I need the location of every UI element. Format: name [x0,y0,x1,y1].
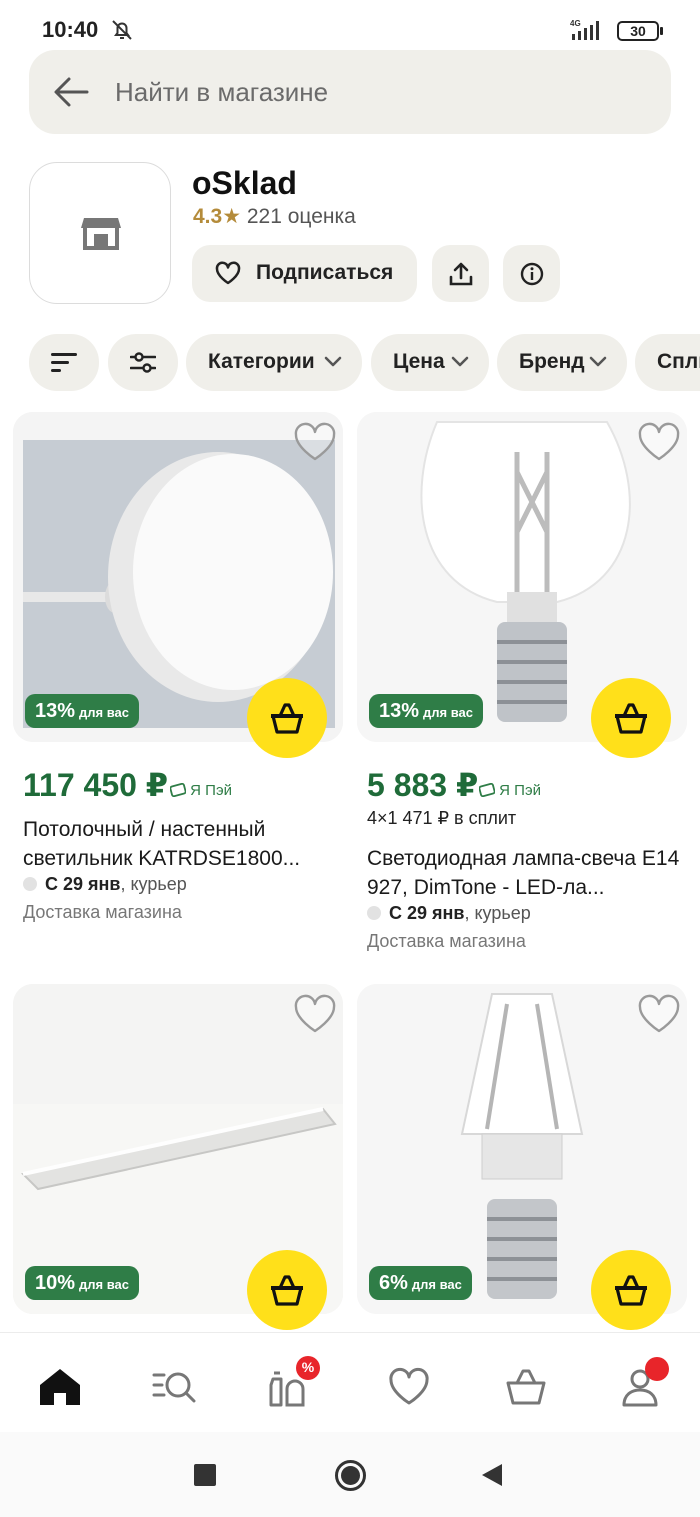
add-to-cart-button[interactable] [247,1250,327,1330]
back-arrow-icon[interactable] [53,76,89,108]
discount-badge: 13% для вас [369,694,484,728]
favorite-heart-icon[interactable] [293,422,337,462]
share-icon [449,262,473,286]
favorite-heart-icon[interactable] [637,994,681,1034]
basket-icon [271,1275,303,1306]
sort-icon [51,353,77,372]
status-time: 10:40 [42,17,99,42]
product-card[interactable]: 6% для вас [357,984,687,1330]
yandex-pay-badge: Я Пэй [169,782,232,799]
subscribe-label: Подписаться [256,261,394,284]
split-payment: 4×1 471 ₽ в сплит [367,808,517,828]
home-button[interactable] [335,1460,366,1491]
filter-chip-split[interactable]: Спли [635,334,700,391]
chip-label: Спли [657,350,700,373]
sliders-icon [130,352,156,373]
favorite-heart-icon[interactable] [637,422,681,462]
delivery-info: С 29 янв, курьер [23,874,187,895]
basket-icon [615,1275,647,1306]
delivery-info: С 29 янв, курьер [367,903,531,924]
chip-label: Категории [208,350,315,373]
filter-chip-price[interactable]: Цена [371,334,489,391]
product-card[interactable]: 13% для вас 5 883 ₽ Я Пэй 4×1 471 ₽ в спл… [357,412,687,972]
cashback-icon [169,782,187,798]
chevron-down-icon [324,356,342,367]
filter-chip-categories[interactable]: Категории [186,334,362,391]
product-price: 5 883 ₽ [367,767,479,803]
discount-badge: 13% для вас [25,694,140,728]
svg-text:4G: 4G [570,19,581,28]
rating-value: 4.3 [193,205,223,228]
cart-icon[interactable] [502,1365,550,1409]
home-icon[interactable] [36,1365,84,1409]
store-rating[interactable]: 4.3★ 221 оценка [193,204,356,229]
delivery-dot [367,906,381,920]
heart-icon [215,261,241,285]
product-card[interactable]: 13% для вас 117 450 ₽ Я Пэй Потолочный / … [13,412,343,952]
rating-count: 221 оценка [246,205,356,228]
add-to-cart-button[interactable] [591,678,671,758]
product-card[interactable]: 10% для вас [13,984,343,1330]
catalog-search-icon[interactable] [150,1365,198,1409]
search-bar[interactable]: Найти в магазине [29,50,671,134]
system-nav-bar [0,1432,700,1517]
subscribe-button[interactable]: Подписаться [192,245,417,302]
signal-icon: 4G [570,19,599,40]
sort-button[interactable] [29,334,99,391]
chevron-down-icon [451,356,469,367]
discount-badge: 10% для вас [25,1266,140,1300]
add-to-cart-button[interactable] [591,1250,671,1330]
recent-apps-button[interactable] [194,1464,216,1486]
bell-muted-icon [112,20,132,40]
chip-label: Цена [393,350,445,373]
product-price: 117 450 ₽ [23,767,169,803]
battery-icon: 30 [617,21,663,41]
promo-badge: % [296,1356,320,1380]
info-button[interactable] [503,245,560,302]
star-icon: ★ [222,205,242,228]
add-to-cart-button[interactable] [247,678,327,758]
info-icon [520,262,544,286]
bottom-nav: % [0,1332,700,1432]
filter-chip-brand[interactable]: Бренд [497,334,627,391]
chip-label: Бренд [519,350,585,373]
filter-settings-button[interactable] [108,334,178,391]
yandex-pay-badge: Я Пэй [478,782,541,799]
store-logo[interactable] [29,162,171,304]
chevron-down-icon [589,356,607,367]
filter-bar: Категории Цена Бренд Спли [0,334,700,392]
basket-icon [615,703,647,734]
favorite-heart-icon[interactable] [293,994,337,1034]
shipper-info: Доставка магазина [23,902,182,922]
shipper-info: Доставка магазина [367,931,526,951]
basket-icon [271,703,303,734]
notification-dot [645,1357,669,1381]
product-title[interactable]: Светодиодная лампа-свеча E14 927, DimTon… [367,844,682,902]
discount-badge: 6% для вас [369,1266,472,1300]
favorites-heart-icon[interactable] [385,1365,433,1409]
delivery-dot [23,877,37,891]
share-button[interactable] [432,245,489,302]
cashback-icon [478,782,496,798]
store-name: oSklad [192,165,297,201]
search-input[interactable]: Найти в магазине [115,77,328,108]
product-title[interactable]: Потолочный / настенный светильник KATRDS… [23,815,338,873]
store-icon [81,218,121,250]
back-button[interactable] [482,1464,502,1486]
